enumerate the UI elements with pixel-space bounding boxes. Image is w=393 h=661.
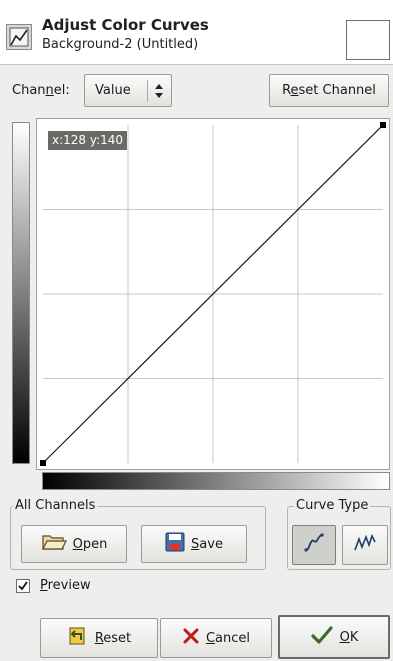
checkmark-icon — [18, 581, 28, 591]
all-channels-label: All Channels — [13, 498, 98, 513]
freehand-curve-toggle[interactable] — [342, 525, 388, 565]
ok-button-label: OK — [339, 629, 359, 645]
curve-control-point[interactable] — [380, 122, 386, 128]
smooth-curve-toggle[interactable] — [292, 525, 336, 565]
channel-select[interactable]: Value — [84, 74, 172, 107]
open-button[interactable]: Open — [21, 525, 127, 563]
channel-label: Channel: — [12, 83, 70, 98]
cancel-button-label: Cancel — [205, 630, 251, 646]
save-button-label: Save — [191, 536, 223, 552]
dialog-subtitle: Background-2 (Untitled) — [42, 37, 199, 52]
drawable-preview-swatch — [346, 20, 390, 60]
cursor-coordinate-readout: x:128 y:140 — [48, 131, 128, 150]
open-button-label: Open — [72, 536, 108, 552]
save-button[interactable]: Save — [141, 525, 247, 563]
curve-type-label: Curve Type — [294, 498, 371, 513]
chevron-updown-icon — [152, 82, 166, 104]
channel-select-value: Value — [95, 83, 131, 98]
floppy-disk-icon — [165, 532, 185, 556]
select-divider — [147, 80, 148, 102]
preview-label[interactable]: Preview — [40, 578, 91, 593]
input-gradient-bar — [42, 472, 390, 490]
smooth-curve-icon — [302, 532, 326, 558]
curve-canvas[interactable] — [37, 119, 389, 469]
reset-channel-button[interactable]: Reset Channel — [269, 74, 389, 107]
close-icon — [182, 627, 200, 649]
ok-check-icon — [310, 624, 334, 650]
ok-button[interactable]: OK — [278, 615, 390, 659]
reset-button[interactable]: Reset — [40, 618, 158, 658]
folder-open-icon — [41, 532, 67, 556]
curve-control-point[interactable] — [40, 460, 46, 466]
reset-icon — [67, 625, 89, 651]
freehand-curve-icon — [352, 532, 378, 558]
curves-tool-icon — [6, 24, 32, 50]
output-gradient-bar — [12, 122, 30, 464]
reset-button-label: Reset — [94, 630, 132, 646]
curve-editor[interactable] — [36, 118, 390, 470]
dialog-title: Adjust Color Curves — [42, 16, 209, 34]
cancel-button[interactable]: Cancel — [160, 618, 272, 658]
preview-checkbox[interactable] — [16, 579, 30, 593]
